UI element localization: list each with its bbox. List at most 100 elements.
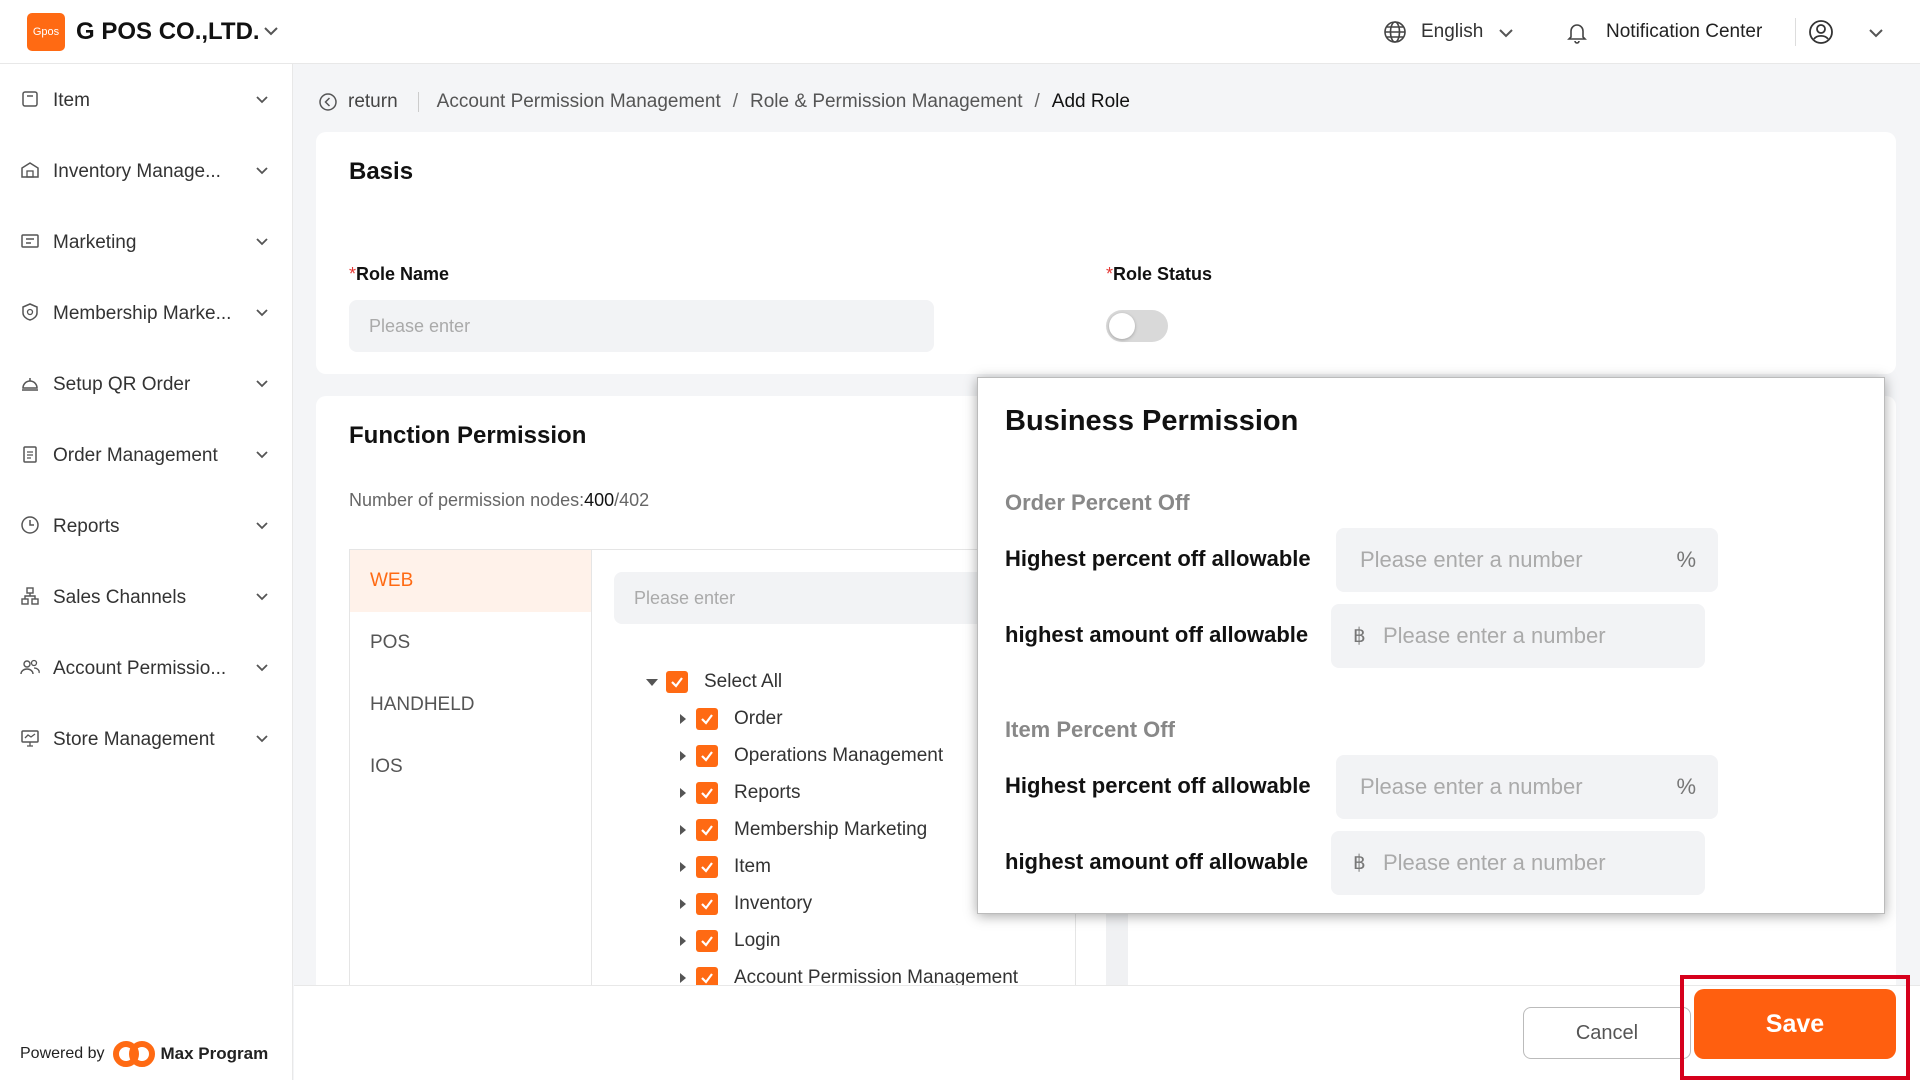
item-highest-amount-input[interactable]: ฿ Please enter a number (1331, 831, 1705, 895)
tree-row[interactable]: Membership Marketing (680, 817, 927, 843)
checkbox-checked[interactable] (696, 856, 718, 878)
sidebar-item-account-permission[interactable]: Account Permissio... (0, 640, 293, 696)
checkbox-checked[interactable] (696, 745, 718, 767)
clipboard-icon (23, 446, 37, 463)
expand-caret-icon[interactable] (680, 751, 686, 761)
checkbox-checked[interactable] (696, 893, 718, 915)
percent-suffix: % (1676, 774, 1696, 799)
basis-title: Basis (349, 158, 414, 185)
role-name-input[interactable] (349, 300, 934, 352)
expand-caret-icon[interactable] (680, 788, 686, 798)
user-avatar-icon[interactable] (1808, 19, 1834, 45)
breadcrumb-separator: / (732, 91, 739, 112)
breadcrumb-separator: / (1034, 91, 1040, 112)
sidebar-item-label: Sales Channels (53, 587, 187, 608)
tree-row[interactable]: Operations Management (680, 743, 943, 769)
checkbox-checked[interactable] (696, 930, 718, 952)
role-name-label-text: Role Name (356, 264, 450, 284)
count-label: Number of permission nodes: (349, 490, 585, 510)
toggle-knob (1109, 313, 1135, 339)
collapse-caret-icon[interactable] (646, 678, 658, 686)
tree-row[interactable]: Inventory (680, 891, 812, 917)
powered-by: Powered by Max Program (20, 1040, 268, 1068)
sidebar-item-order-management[interactable]: Order Management (0, 427, 293, 483)
language-selector[interactable]: English (1421, 21, 1483, 43)
sidebar-item-store-management[interactable]: Store Management (0, 711, 293, 767)
breadcrumb-divider (417, 92, 419, 112)
chevron-down-icon[interactable] (1497, 24, 1515, 42)
expand-caret-icon[interactable] (680, 973, 686, 983)
order-highest-percent-input[interactable]: Please enter a number % (1336, 528, 1718, 592)
required-mark: * (349, 264, 357, 284)
cancel-button[interactable]: Cancel (1523, 1007, 1691, 1059)
tree-label: Item (734, 856, 771, 877)
checkbox-checked[interactable] (666, 671, 688, 693)
bell-icon[interactable] (1565, 20, 1589, 44)
chevron-down-icon (256, 167, 268, 175)
expand-caret-icon[interactable] (680, 714, 686, 724)
sidebar-item-label: Account Permissio... (53, 658, 227, 679)
checkbox-checked[interactable] (696, 819, 718, 841)
chevron-down-icon (256, 735, 268, 743)
tree-row[interactable]: Order (680, 706, 783, 732)
tree-row[interactable]: Login (680, 928, 781, 954)
save-button[interactable]: Save (1694, 989, 1896, 1059)
input-placeholder: Please enter a number (1360, 547, 1583, 572)
expand-caret-icon[interactable] (680, 899, 686, 909)
tree-label: Login (734, 930, 781, 951)
input-placeholder: Please enter a number (1383, 850, 1606, 875)
tree-label: Membership Marketing (734, 819, 928, 840)
tree-row-select-all[interactable]: Select All (646, 669, 782, 695)
notification-center-link[interactable]: Notification Center (1606, 21, 1762, 43)
sidebar-item-sales-channels[interactable]: Sales Channels (0, 569, 293, 625)
expand-caret-icon[interactable] (680, 862, 686, 872)
checkbox-checked[interactable] (696, 782, 718, 804)
business-permission-title: Business Permission (1005, 405, 1299, 437)
sidebar: Item Inventory Manage... Marketing Membe… (0, 64, 293, 1080)
sidebar-item-inventory[interactable]: Inventory Manage... (0, 143, 293, 199)
company-name[interactable]: G POS CO.,LTD. (76, 18, 260, 46)
clock-icon (21, 516, 39, 534)
sidebar-item-reports[interactable]: Reports (0, 498, 293, 554)
sidebar-item-label: Item (53, 90, 90, 111)
role-status-toggle[interactable] (1106, 310, 1168, 342)
function-permission-title: Function Permission (349, 422, 587, 449)
tree-row[interactable]: Item (680, 854, 771, 880)
highest-percent-label: Highest percent off allowable (1005, 546, 1311, 571)
powered-by-brand: Max Program (160, 1044, 269, 1063)
permission-node-count: Number of permission nodes:400/402 (349, 490, 649, 511)
sidebar-item-label: Marketing (53, 232, 137, 253)
breadcrumb-item[interactable]: Role & Permission Management (750, 91, 1022, 113)
chevron-down-icon[interactable] (1867, 24, 1885, 42)
checkbox-checked[interactable] (696, 708, 718, 730)
sidebar-item-marketing[interactable]: Marketing (0, 214, 293, 270)
breadcrumb-item[interactable]: Account Permission Management (437, 91, 721, 113)
sidebar-item-item[interactable]: Item (0, 72, 293, 128)
role-status-label-text: Role Status (1113, 264, 1213, 284)
sidebar-item-label: Inventory Manage... (53, 161, 221, 182)
sidebar-item-qr-order[interactable]: Setup QR Order (0, 356, 293, 412)
tree-label: Select All (704, 671, 783, 692)
chevron-down-icon (256, 664, 268, 672)
users-icon (20, 659, 40, 675)
chevron-down-icon (256, 593, 268, 601)
breadcrumb: return Account Permission Management / R… (318, 90, 1130, 114)
item-highest-percent-input[interactable]: Please enter a number % (1336, 755, 1718, 819)
chevron-down-icon[interactable] (262, 22, 280, 40)
tab-pos[interactable]: POS (350, 612, 592, 674)
sidebar-item-membership[interactable]: Membership Marke... (0, 285, 293, 341)
tree-row[interactable]: Reports (680, 780, 801, 806)
order-percent-off-section: Order Percent Off (1005, 490, 1190, 515)
coupon-icon (21, 234, 39, 248)
tab-web[interactable]: WEB (350, 550, 592, 612)
return-link[interactable]: return (318, 91, 398, 113)
expand-caret-icon[interactable] (680, 936, 686, 946)
order-highest-amount-input[interactable]: ฿ Please enter a number (1331, 604, 1705, 668)
tab-handheld[interactable]: HANDHELD (350, 674, 592, 736)
item-percent-off-section: Item Percent Off (1005, 717, 1175, 742)
tab-ios[interactable]: IOS (350, 736, 592, 798)
return-label: return (348, 91, 398, 112)
globe-icon[interactable] (1383, 20, 1407, 44)
tree-label: Order (734, 708, 783, 729)
expand-caret-icon[interactable] (680, 825, 686, 835)
